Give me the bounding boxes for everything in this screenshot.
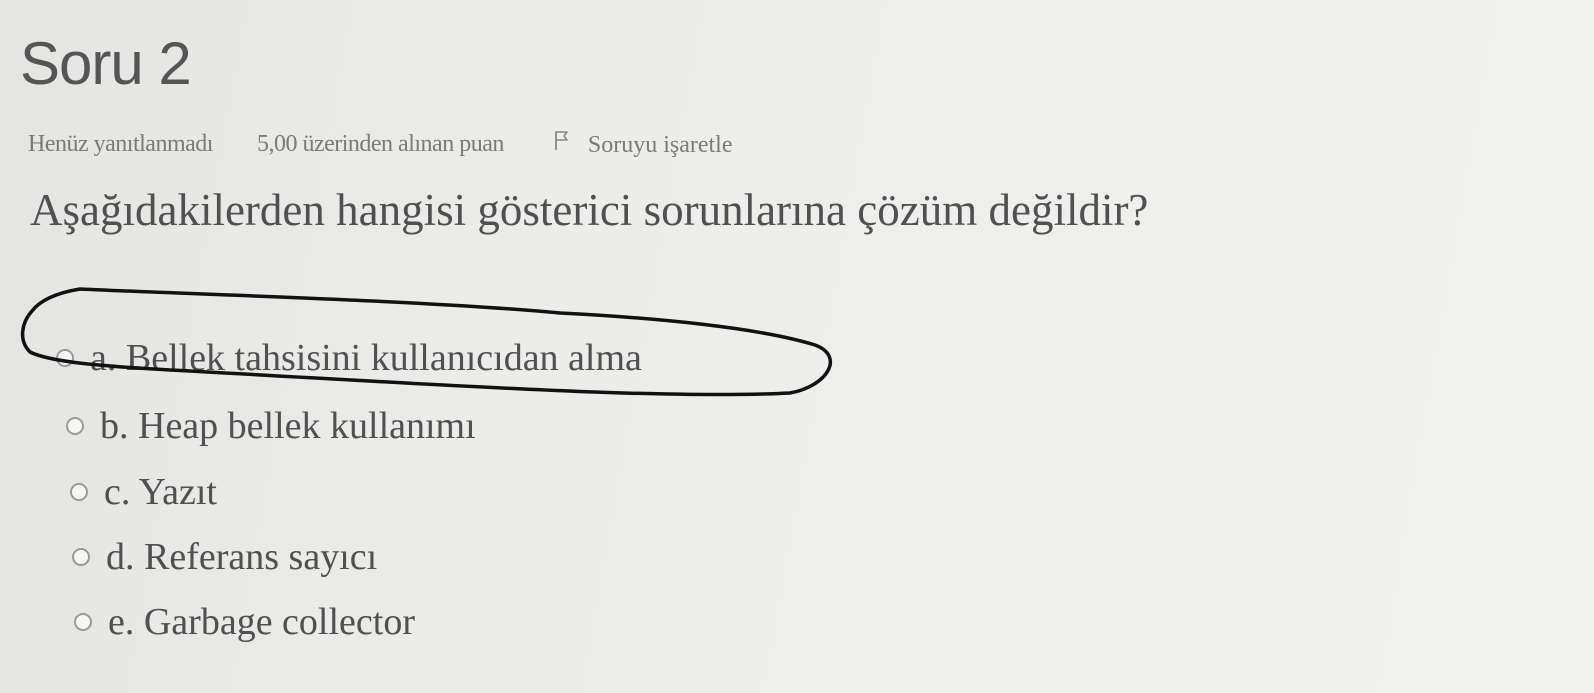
- flag-question-label: Soruyu işaretle: [587, 132, 733, 159]
- radio-button-a[interactable]: [56, 349, 74, 367]
- answer-option-e[interactable]: e. Garbage collector: [74, 600, 415, 644]
- radio-button-b[interactable]: [66, 417, 84, 435]
- answer-label-c: c. Yazıt: [104, 471, 217, 513]
- quiz-question: Soru 2 Henüz yanıtlanmadı 5,00 üzerinden…: [0, 0, 1594, 693]
- answer-option-d[interactable]: d. Referans sayıcı: [72, 535, 377, 579]
- flag-icon: [554, 130, 568, 150]
- radio-button-c[interactable]: [70, 483, 88, 501]
- question-info: Henüz yanıtlanmadı 5,00 üzerinden alınan…: [28, 128, 733, 160]
- answer-label-d: d. Referans sayıcı: [106, 536, 378, 578]
- answer-label-e: e. Garbage collector: [108, 601, 415, 643]
- question-title: Soru 2: [20, 30, 192, 97]
- answer-option-b[interactable]: b. Heap bellek kullanımı: [66, 404, 476, 448]
- question-grade: 5,00 üzerinden alınan puan: [256, 131, 504, 158]
- answer-option-a[interactable]: a. Bellek tahsisini kullanıcıdan alma: [56, 336, 642, 380]
- flag-question-link[interactable]: Soruyu işaretle: [552, 129, 733, 160]
- radio-button-e[interactable]: [74, 613, 92, 631]
- answer-option-c[interactable]: c. Yazıt: [70, 470, 217, 514]
- answer-label-b: b. Heap bellek kullanımı: [100, 405, 476, 447]
- question-state: Henüz yanıtlanmadı: [28, 131, 213, 158]
- answer-label-a: a. Bellek tahsisini kullanıcıdan alma: [90, 337, 642, 379]
- question-text: Aşağıdakilerden hangisi gösterici sorunl…: [30, 185, 1149, 235]
- radio-button-d[interactable]: [72, 548, 90, 566]
